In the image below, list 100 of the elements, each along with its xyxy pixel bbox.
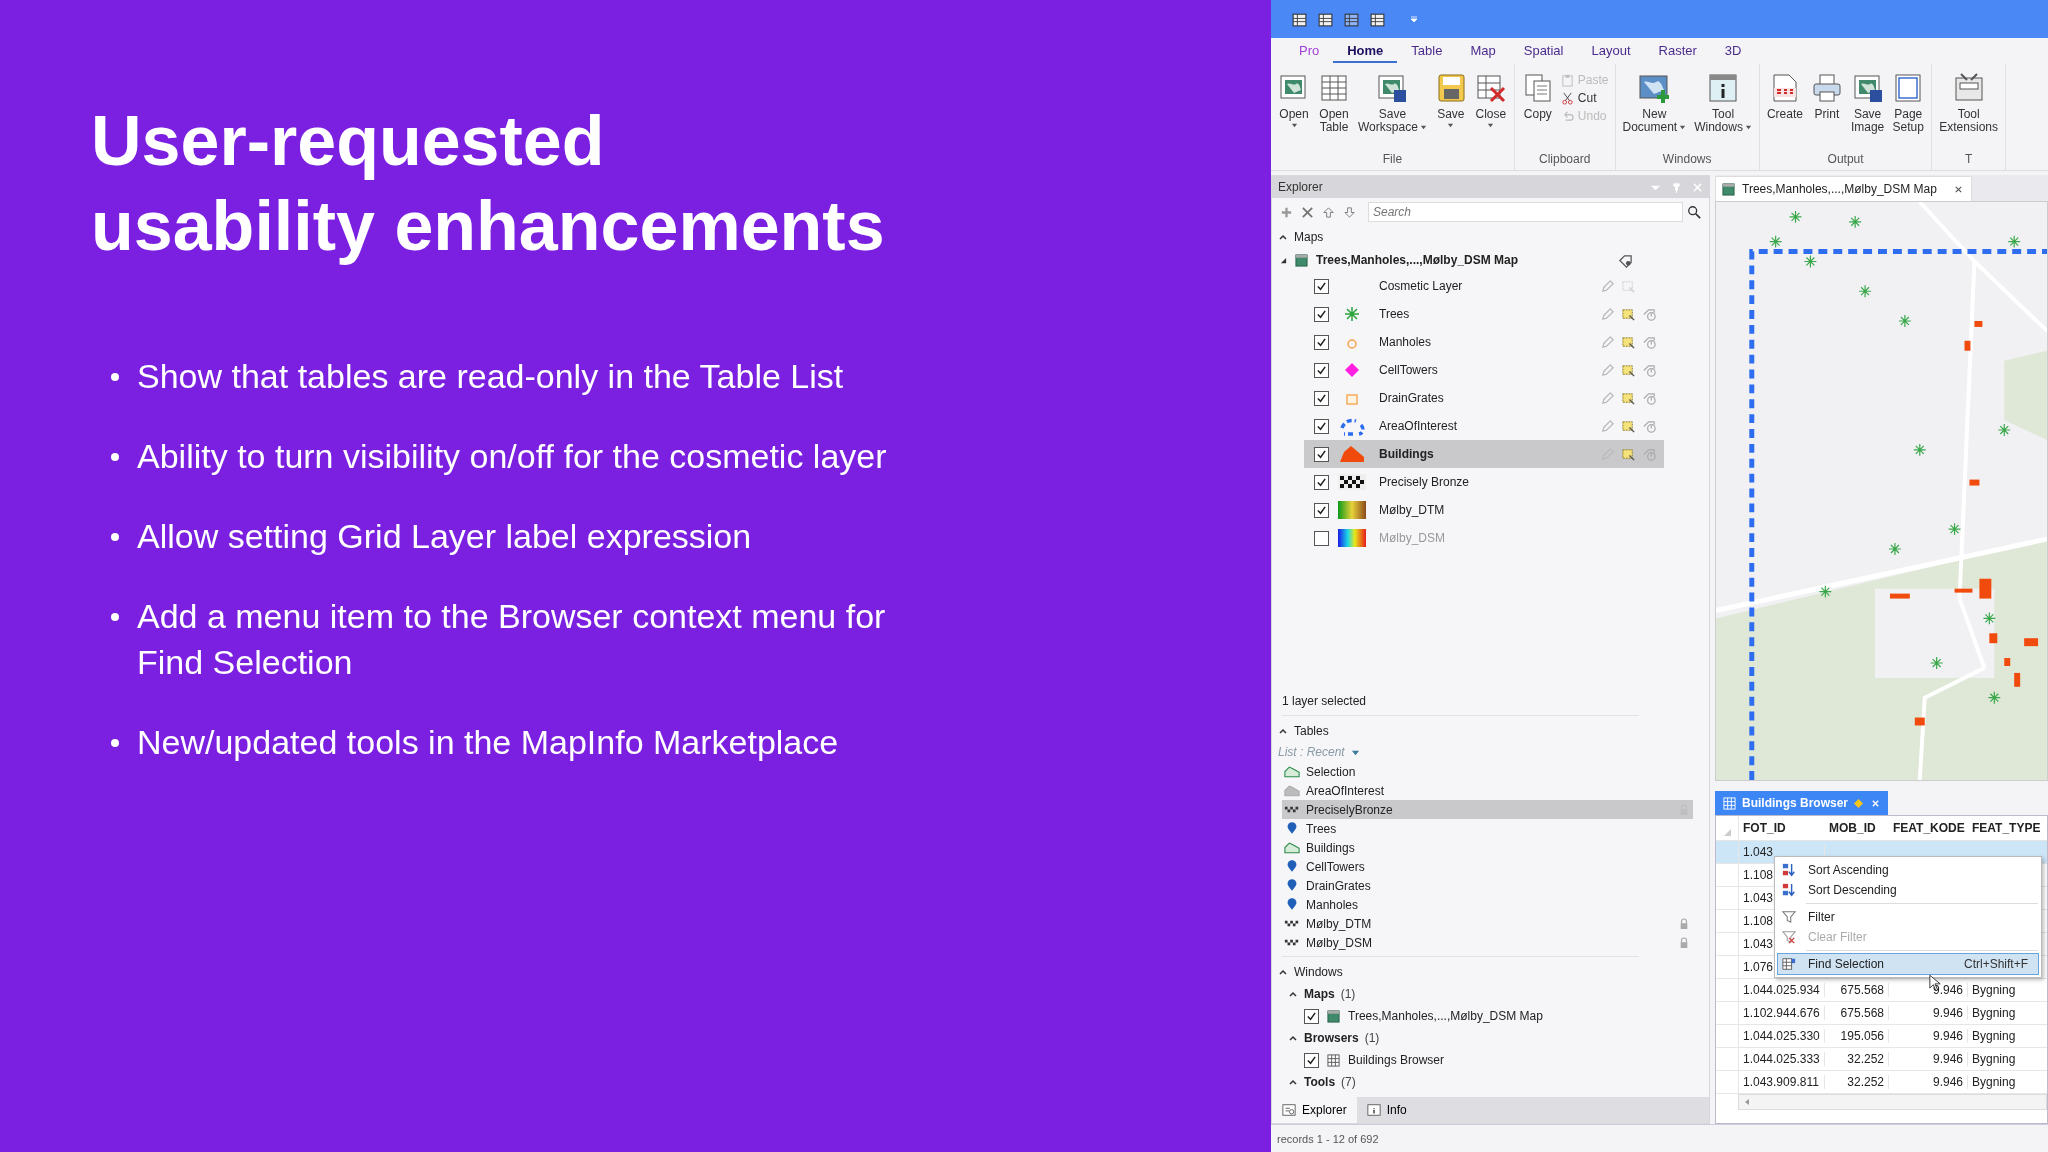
checkbox[interactable] <box>1314 306 1329 322</box>
select-area-icon[interactable] <box>1621 418 1636 434</box>
table-list-item[interactable]: AreaOfInterest <box>1282 781 1693 800</box>
map-window-tab[interactable]: Trees,Manholes,...,Mølby_DSM Map <box>1715 176 1972 201</box>
select-area-icon[interactable] <box>1621 390 1636 406</box>
close-icon[interactable] <box>1953 184 1963 194</box>
column-header[interactable]: FEAT_TYPE <box>1968 821 2047 835</box>
layer-row[interactable]: AreaOfInterest <box>1304 412 1664 440</box>
ribbon-small-button[interactable]: Cut <box>1557 90 1612 106</box>
ribbon-button[interactable]: Save Workspace <box>1354 72 1431 134</box>
checkbox[interactable] <box>1314 334 1329 350</box>
ribbon-button[interactable]: Tool Extensions <box>1935 72 2002 134</box>
layer-row[interactable]: DrainGrates <box>1304 384 1664 412</box>
layer-row[interactable]: Manholes <box>1304 328 1664 356</box>
ribbon-tab[interactable]: Raster <box>1644 39 1711 63</box>
pencil-icon[interactable] <box>1600 362 1615 378</box>
collapse-chevron-icon[interactable] <box>1288 989 1298 999</box>
scroll-left-icon[interactable] <box>1743 1098 1751 1106</box>
pencil-icon[interactable] <box>1600 390 1615 406</box>
checkbox[interactable] <box>1314 418 1329 434</box>
ribbon-button[interactable]: Page Setup <box>1888 72 1929 134</box>
column-header[interactable]: FEAT_KODE <box>1889 821 1968 835</box>
panel-tab[interactable]: Explorer <box>1272 1097 1357 1123</box>
label-power-icon[interactable] <box>1642 306 1657 322</box>
checkbox[interactable] <box>1314 446 1329 462</box>
table-list-item[interactable]: Mølby_DSM <box>1282 933 1693 952</box>
layer-row[interactable]: Mølby_DTM <box>1304 496 1664 524</box>
pencil-icon[interactable] <box>1600 334 1615 350</box>
table-list-item[interactable]: DrainGrates <box>1282 876 1693 895</box>
table-list-item[interactable]: Selection <box>1282 762 1693 781</box>
checkbox[interactable] <box>1314 278 1329 294</box>
collapse-chevron-icon[interactable] <box>1278 232 1288 242</box>
select-area-icon[interactable] <box>1621 362 1636 378</box>
table-list-item[interactable]: Mølby_DTM <box>1282 914 1693 933</box>
checkbox[interactable] <box>1304 1052 1319 1068</box>
table-list-item[interactable]: PreciselyBronze <box>1282 800 1693 819</box>
move-down-icon[interactable] <box>1343 205 1356 219</box>
layer-row[interactable]: CellTowers <box>1304 356 1664 384</box>
ribbon-tab[interactable]: 3D <box>1710 39 1756 63</box>
ribbon-button[interactable]: Copy <box>1517 72 1558 121</box>
panel-tab[interactable]: Info <box>1356 1097 1417 1123</box>
remove-icon[interactable] <box>1301 205 1314 219</box>
collapse-chevron-icon[interactable] <box>1278 967 1288 977</box>
checkbox[interactable] <box>1314 474 1329 490</box>
label-tag-icon[interactable] <box>1618 252 1634 268</box>
checkbox[interactable] <box>1314 390 1329 406</box>
search-field[interactable]: Search <box>1368 202 1683 222</box>
select-area-icon[interactable] <box>1621 306 1636 322</box>
select-area-icon[interactable] <box>1621 334 1636 350</box>
ribbon-button[interactable]: Save <box>1430 72 1471 129</box>
menu-item[interactable]: Find Selection Ctrl+Shift+F <box>1778 954 2038 974</box>
label-power-icon[interactable] <box>1642 418 1657 434</box>
pencil-icon[interactable] <box>1600 418 1615 434</box>
move-up-icon[interactable] <box>1322 205 1335 219</box>
table-row[interactable]: 1.102.944.676 675.568 9.946 Bygning <box>1716 1002 2047 1025</box>
table-list-item[interactable]: Trees <box>1282 819 1693 838</box>
expand-triangle-icon[interactable] <box>1280 256 1287 264</box>
ribbon-tab[interactable]: Table <box>1397 39 1457 63</box>
collapse-chevron-icon[interactable] <box>1288 1077 1298 1087</box>
table-row[interactable]: 1.044.025.330 195.056 9.946 Bygning <box>1716 1025 2047 1048</box>
ribbon-tab[interactable]: Home <box>1333 39 1398 63</box>
ribbon-button[interactable]: Open Table <box>1314 72 1354 134</box>
close-icon[interactable] <box>1871 798 1880 808</box>
collapse-chevron-icon[interactable] <box>1278 726 1288 736</box>
layer-row[interactable]: Precisely Bronze <box>1304 468 1664 496</box>
ribbon-tab[interactable]: Pro <box>1285 39 1334 63</box>
ribbon-tab[interactable]: Layout <box>1577 39 1645 63</box>
ribbon-tab[interactable]: Map <box>1456 39 1510 63</box>
checkbox[interactable] <box>1304 1008 1319 1024</box>
checkbox[interactable] <box>1314 530 1329 546</box>
ribbon-button[interactable]: Print <box>1806 72 1847 121</box>
layer-row[interactable]: Buildings <box>1304 440 1664 468</box>
ribbon-tab[interactable]: Spatial <box>1509 39 1578 63</box>
collapse-chevron-icon[interactable] <box>1288 1033 1298 1043</box>
dropdown-caret-icon[interactable] <box>1409 14 1419 24</box>
label-power-icon[interactable] <box>1642 362 1657 378</box>
horizontal-scrollbar[interactable] <box>1738 1094 2047 1110</box>
ribbon-button[interactable]: Open <box>1274 72 1314 129</box>
checkbox[interactable] <box>1314 362 1329 378</box>
layer-row[interactable]: Trees <box>1304 300 1664 328</box>
label-power-icon[interactable] <box>1642 334 1657 350</box>
add-icon[interactable] <box>1280 205 1293 219</box>
label-power-icon[interactable] <box>1642 390 1657 406</box>
ribbon-button[interactable]: New Document <box>1618 72 1691 134</box>
select-area-icon[interactable] <box>1621 446 1636 462</box>
search-icon[interactable] <box>1687 205 1701 219</box>
table-list-item[interactable]: CellTowers <box>1282 857 1693 876</box>
map-name[interactable]: Trees,Manholes,...,Mølby_DSM Map <box>1316 253 1519 267</box>
ribbon-button[interactable]: Tool Windows <box>1690 72 1756 134</box>
table-list-item[interactable]: Buildings <box>1282 838 1693 857</box>
column-header[interactable]: MOB_ID <box>1825 821 1889 835</box>
pencil-icon[interactable] <box>1600 278 1615 294</box>
table-row[interactable]: 1.044.025.333 32.252 9.946 Bygning <box>1716 1048 2047 1071</box>
browser-window-tab[interactable]: Buildings Browser <box>1715 791 1888 815</box>
pencil-icon[interactable] <box>1600 306 1615 322</box>
ribbon-button[interactable]: Close <box>1470 72 1511 129</box>
window-name[interactable]: Trees,Manholes,...,Mølby_DSM Map <box>1348 1009 1543 1023</box>
layer-row[interactable]: Cosmetic Layer <box>1304 272 1664 300</box>
ribbon-button[interactable]: Create <box>1762 72 1807 121</box>
table-list-item[interactable]: Manholes <box>1282 895 1693 914</box>
